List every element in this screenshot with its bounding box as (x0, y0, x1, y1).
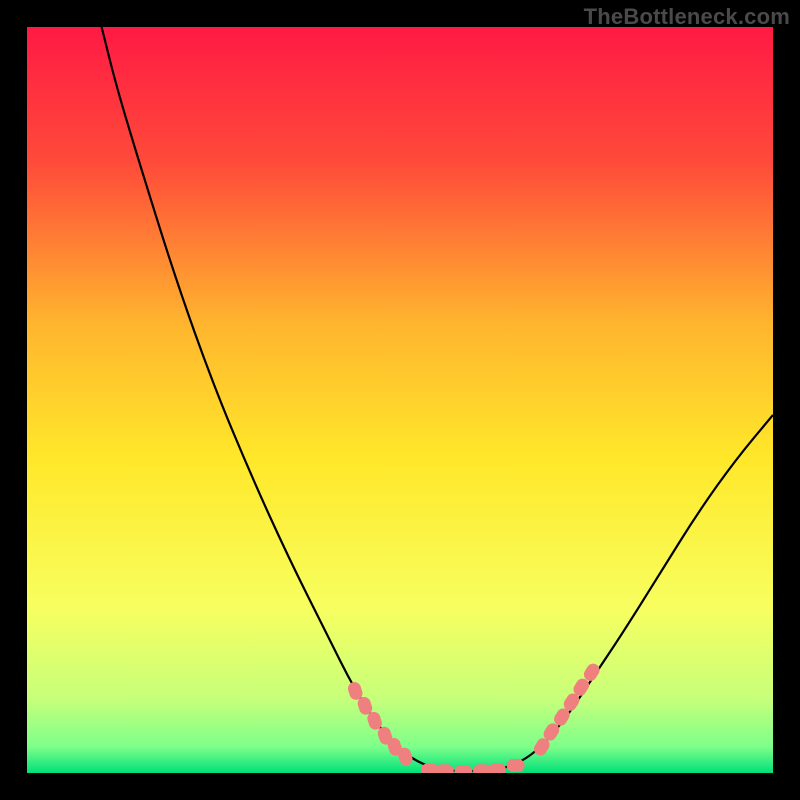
watermark: TheBottleneck.com (584, 4, 790, 30)
plot-area (27, 27, 773, 773)
data-marker (507, 759, 525, 772)
data-marker (436, 764, 454, 773)
gradient-background (27, 27, 773, 773)
data-marker (488, 764, 506, 773)
chart-svg (27, 27, 773, 773)
